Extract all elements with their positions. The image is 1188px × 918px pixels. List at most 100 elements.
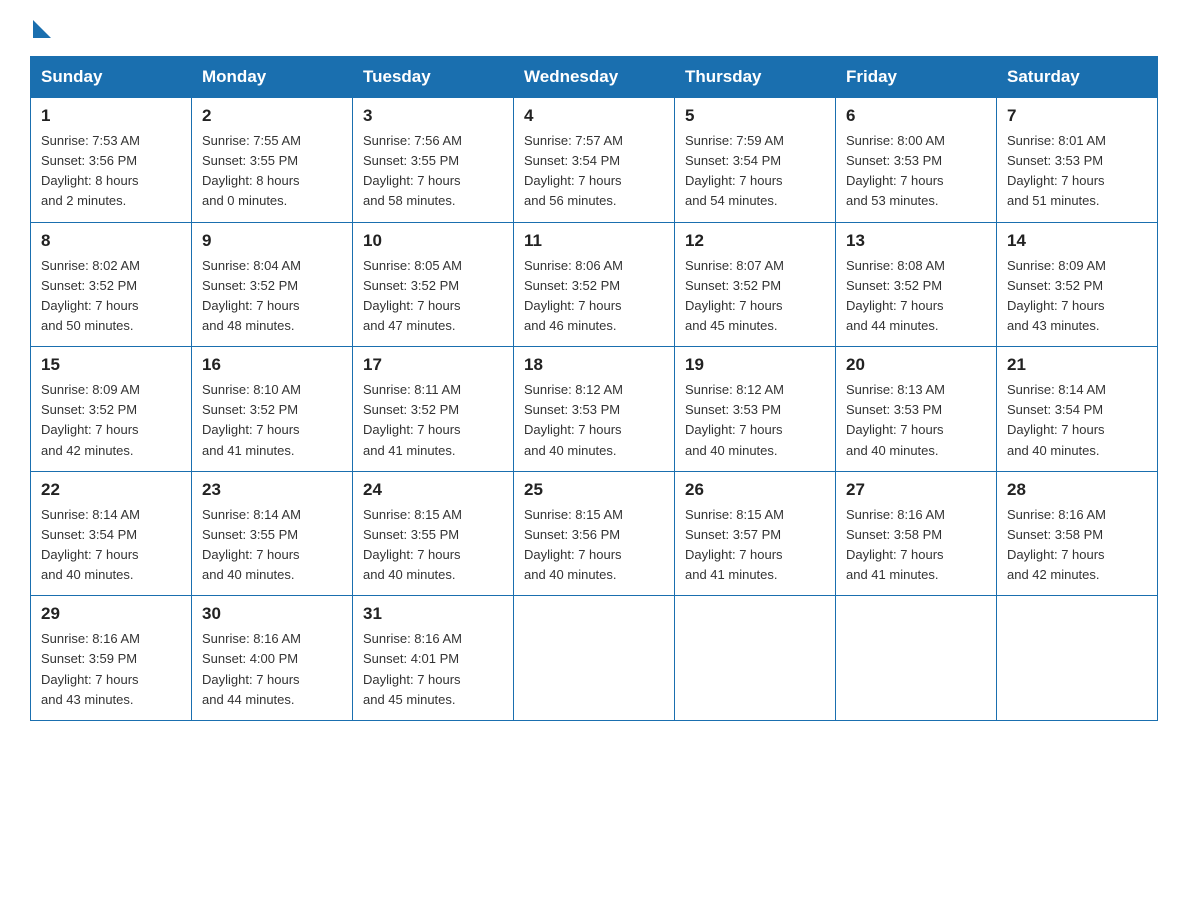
calendar-cell: 25 Sunrise: 8:15 AMSunset: 3:56 PMDaylig… bbox=[514, 471, 675, 596]
day-number: 2 bbox=[202, 106, 342, 126]
day-info: Sunrise: 8:12 AMSunset: 3:53 PMDaylight:… bbox=[524, 380, 664, 461]
calendar-cell: 15 Sunrise: 8:09 AMSunset: 3:52 PMDaylig… bbox=[31, 347, 192, 472]
calendar-cell: 6 Sunrise: 8:00 AMSunset: 3:53 PMDayligh… bbox=[836, 98, 997, 223]
page-header bbox=[30, 20, 1158, 38]
week-row-1: 1 Sunrise: 7:53 AMSunset: 3:56 PMDayligh… bbox=[31, 98, 1158, 223]
calendar-cell: 18 Sunrise: 8:12 AMSunset: 3:53 PMDaylig… bbox=[514, 347, 675, 472]
calendar-cell: 16 Sunrise: 8:10 AMSunset: 3:52 PMDaylig… bbox=[192, 347, 353, 472]
day-number: 23 bbox=[202, 480, 342, 500]
calendar-cell bbox=[997, 596, 1158, 721]
day-number: 13 bbox=[846, 231, 986, 251]
day-number: 25 bbox=[524, 480, 664, 500]
day-info: Sunrise: 8:16 AMSunset: 3:59 PMDaylight:… bbox=[41, 629, 181, 710]
calendar-cell: 19 Sunrise: 8:12 AMSunset: 3:53 PMDaylig… bbox=[675, 347, 836, 472]
calendar-cell: 27 Sunrise: 8:16 AMSunset: 3:58 PMDaylig… bbox=[836, 471, 997, 596]
day-info: Sunrise: 8:09 AMSunset: 3:52 PMDaylight:… bbox=[1007, 256, 1147, 337]
day-number: 24 bbox=[363, 480, 503, 500]
day-info: Sunrise: 7:59 AMSunset: 3:54 PMDaylight:… bbox=[685, 131, 825, 212]
day-info: Sunrise: 8:16 AMSunset: 3:58 PMDaylight:… bbox=[846, 505, 986, 586]
day-info: Sunrise: 8:15 AMSunset: 3:55 PMDaylight:… bbox=[363, 505, 503, 586]
day-info: Sunrise: 8:16 AMSunset: 3:58 PMDaylight:… bbox=[1007, 505, 1147, 586]
day-info: Sunrise: 7:56 AMSunset: 3:55 PMDaylight:… bbox=[363, 131, 503, 212]
calendar-cell: 1 Sunrise: 7:53 AMSunset: 3:56 PMDayligh… bbox=[31, 98, 192, 223]
day-info: Sunrise: 8:16 AMSunset: 4:00 PMDaylight:… bbox=[202, 629, 342, 710]
day-number: 6 bbox=[846, 106, 986, 126]
day-info: Sunrise: 8:15 AMSunset: 3:57 PMDaylight:… bbox=[685, 505, 825, 586]
day-number: 17 bbox=[363, 355, 503, 375]
day-number: 3 bbox=[363, 106, 503, 126]
day-info: Sunrise: 8:08 AMSunset: 3:52 PMDaylight:… bbox=[846, 256, 986, 337]
calendar-cell: 29 Sunrise: 8:16 AMSunset: 3:59 PMDaylig… bbox=[31, 596, 192, 721]
day-number: 28 bbox=[1007, 480, 1147, 500]
day-number: 11 bbox=[524, 231, 664, 251]
logo bbox=[30, 20, 51, 38]
col-saturday: Saturday bbox=[997, 57, 1158, 98]
day-info: Sunrise: 8:16 AMSunset: 4:01 PMDaylight:… bbox=[363, 629, 503, 710]
day-number: 9 bbox=[202, 231, 342, 251]
calendar-cell: 3 Sunrise: 7:56 AMSunset: 3:55 PMDayligh… bbox=[353, 98, 514, 223]
day-number: 15 bbox=[41, 355, 181, 375]
day-info: Sunrise: 8:00 AMSunset: 3:53 PMDaylight:… bbox=[846, 131, 986, 212]
calendar-cell: 13 Sunrise: 8:08 AMSunset: 3:52 PMDaylig… bbox=[836, 222, 997, 347]
day-number: 31 bbox=[363, 604, 503, 624]
calendar-cell: 4 Sunrise: 7:57 AMSunset: 3:54 PMDayligh… bbox=[514, 98, 675, 223]
day-number: 7 bbox=[1007, 106, 1147, 126]
col-friday: Friday bbox=[836, 57, 997, 98]
day-number: 22 bbox=[41, 480, 181, 500]
calendar-cell: 2 Sunrise: 7:55 AMSunset: 3:55 PMDayligh… bbox=[192, 98, 353, 223]
day-number: 26 bbox=[685, 480, 825, 500]
day-number: 1 bbox=[41, 106, 181, 126]
day-info: Sunrise: 8:11 AMSunset: 3:52 PMDaylight:… bbox=[363, 380, 503, 461]
calendar-cell: 7 Sunrise: 8:01 AMSunset: 3:53 PMDayligh… bbox=[997, 98, 1158, 223]
col-thursday: Thursday bbox=[675, 57, 836, 98]
day-info: Sunrise: 8:13 AMSunset: 3:53 PMDaylight:… bbox=[846, 380, 986, 461]
calendar-cell bbox=[836, 596, 997, 721]
day-number: 5 bbox=[685, 106, 825, 126]
day-number: 29 bbox=[41, 604, 181, 624]
calendar-cell: 5 Sunrise: 7:59 AMSunset: 3:54 PMDayligh… bbox=[675, 98, 836, 223]
calendar-body: 1 Sunrise: 7:53 AMSunset: 3:56 PMDayligh… bbox=[31, 98, 1158, 721]
col-sunday: Sunday bbox=[31, 57, 192, 98]
day-info: Sunrise: 8:12 AMSunset: 3:53 PMDaylight:… bbox=[685, 380, 825, 461]
col-monday: Monday bbox=[192, 57, 353, 98]
calendar-header: Sunday Monday Tuesday Wednesday Thursday… bbox=[31, 57, 1158, 98]
day-number: 19 bbox=[685, 355, 825, 375]
calendar-cell: 23 Sunrise: 8:14 AMSunset: 3:55 PMDaylig… bbox=[192, 471, 353, 596]
day-info: Sunrise: 8:01 AMSunset: 3:53 PMDaylight:… bbox=[1007, 131, 1147, 212]
calendar-cell: 14 Sunrise: 8:09 AMSunset: 3:52 PMDaylig… bbox=[997, 222, 1158, 347]
calendar-table: Sunday Monday Tuesday Wednesday Thursday… bbox=[30, 56, 1158, 721]
calendar-cell: 24 Sunrise: 8:15 AMSunset: 3:55 PMDaylig… bbox=[353, 471, 514, 596]
week-row-5: 29 Sunrise: 8:16 AMSunset: 3:59 PMDaylig… bbox=[31, 596, 1158, 721]
day-info: Sunrise: 8:14 AMSunset: 3:54 PMDaylight:… bbox=[41, 505, 181, 586]
calendar-cell: 20 Sunrise: 8:13 AMSunset: 3:53 PMDaylig… bbox=[836, 347, 997, 472]
day-info: Sunrise: 8:06 AMSunset: 3:52 PMDaylight:… bbox=[524, 256, 664, 337]
calendar-cell: 30 Sunrise: 8:16 AMSunset: 4:00 PMDaylig… bbox=[192, 596, 353, 721]
header-row: Sunday Monday Tuesday Wednesday Thursday… bbox=[31, 57, 1158, 98]
col-tuesday: Tuesday bbox=[353, 57, 514, 98]
day-number: 10 bbox=[363, 231, 503, 251]
day-number: 20 bbox=[846, 355, 986, 375]
day-number: 16 bbox=[202, 355, 342, 375]
day-info: Sunrise: 8:02 AMSunset: 3:52 PMDaylight:… bbox=[41, 256, 181, 337]
day-number: 18 bbox=[524, 355, 664, 375]
day-number: 8 bbox=[41, 231, 181, 251]
calendar-cell: 22 Sunrise: 8:14 AMSunset: 3:54 PMDaylig… bbox=[31, 471, 192, 596]
calendar-cell: 9 Sunrise: 8:04 AMSunset: 3:52 PMDayligh… bbox=[192, 222, 353, 347]
day-info: Sunrise: 7:53 AMSunset: 3:56 PMDaylight:… bbox=[41, 131, 181, 212]
calendar-cell: 26 Sunrise: 8:15 AMSunset: 3:57 PMDaylig… bbox=[675, 471, 836, 596]
day-info: Sunrise: 8:07 AMSunset: 3:52 PMDaylight:… bbox=[685, 256, 825, 337]
day-number: 30 bbox=[202, 604, 342, 624]
week-row-2: 8 Sunrise: 8:02 AMSunset: 3:52 PMDayligh… bbox=[31, 222, 1158, 347]
calendar-cell: 11 Sunrise: 8:06 AMSunset: 3:52 PMDaylig… bbox=[514, 222, 675, 347]
day-info: Sunrise: 8:04 AMSunset: 3:52 PMDaylight:… bbox=[202, 256, 342, 337]
day-info: Sunrise: 8:14 AMSunset: 3:55 PMDaylight:… bbox=[202, 505, 342, 586]
week-row-4: 22 Sunrise: 8:14 AMSunset: 3:54 PMDaylig… bbox=[31, 471, 1158, 596]
day-number: 27 bbox=[846, 480, 986, 500]
calendar-cell: 28 Sunrise: 8:16 AMSunset: 3:58 PMDaylig… bbox=[997, 471, 1158, 596]
day-info: Sunrise: 7:55 AMSunset: 3:55 PMDaylight:… bbox=[202, 131, 342, 212]
week-row-3: 15 Sunrise: 8:09 AMSunset: 3:52 PMDaylig… bbox=[31, 347, 1158, 472]
day-number: 14 bbox=[1007, 231, 1147, 251]
day-number: 12 bbox=[685, 231, 825, 251]
day-info: Sunrise: 8:14 AMSunset: 3:54 PMDaylight:… bbox=[1007, 380, 1147, 461]
col-wednesday: Wednesday bbox=[514, 57, 675, 98]
